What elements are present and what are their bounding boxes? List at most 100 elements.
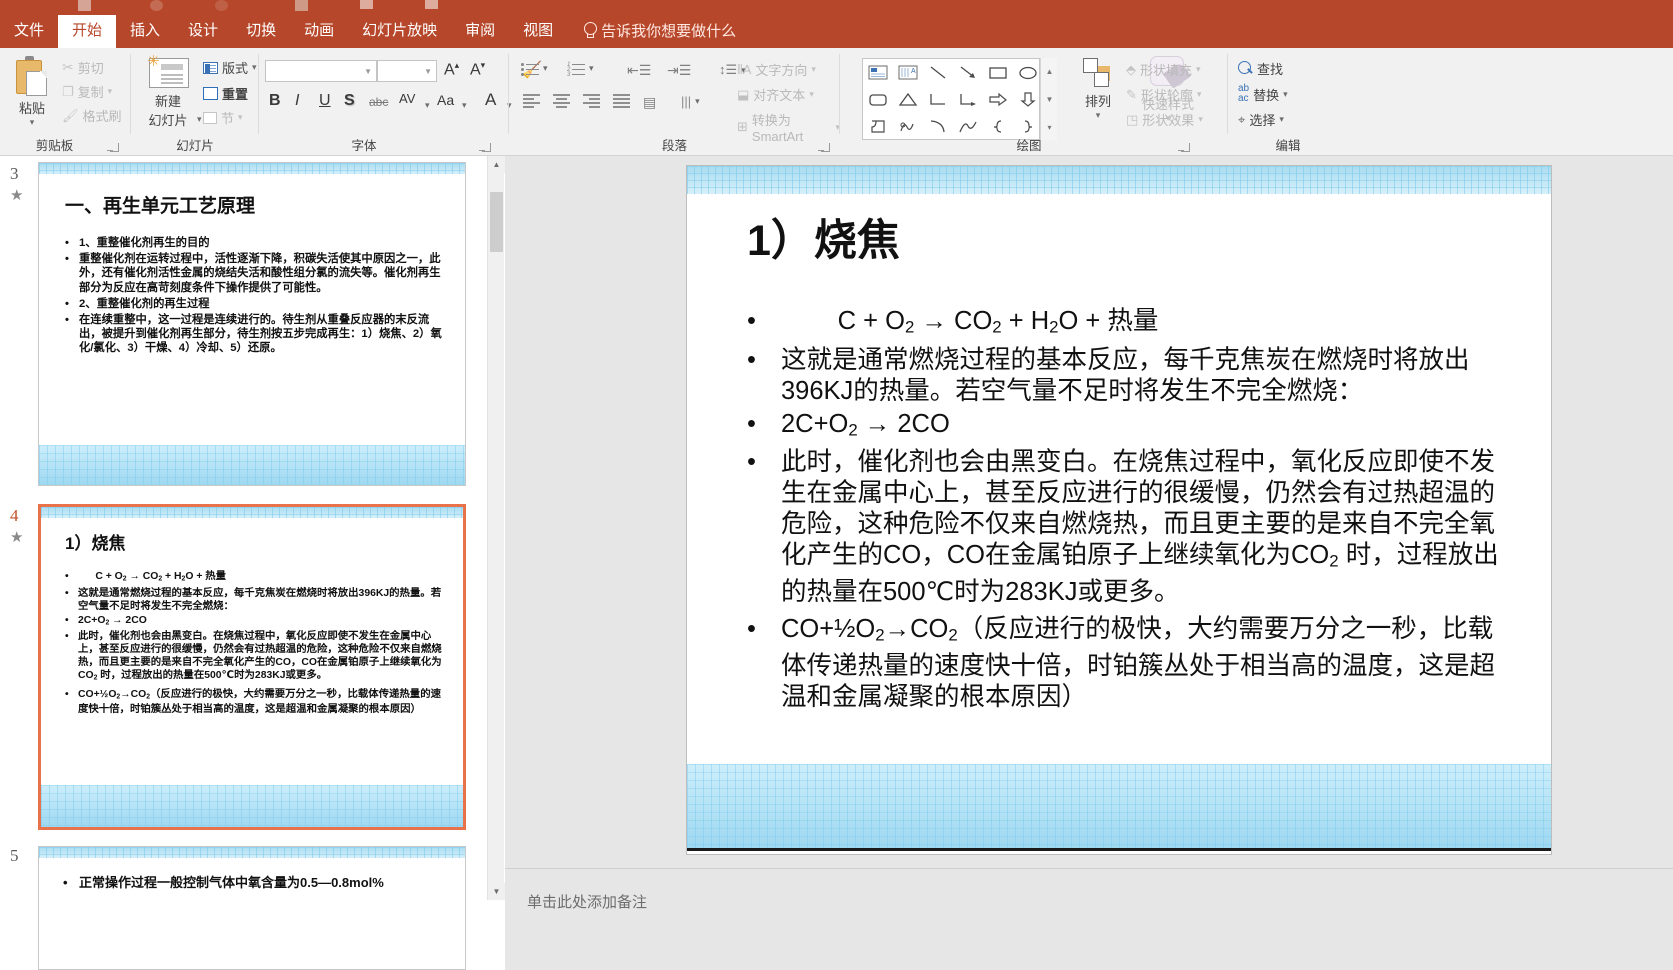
- copy-chevron-down-icon[interactable]: ▾: [108, 86, 113, 97]
- text-direction-button[interactable]: ⦀A 文字方向 ▾: [737, 60, 816, 79]
- layout-button[interactable]: 版式 ▾: [203, 58, 257, 77]
- qat-undo-icon[interactable]: [150, 0, 163, 11]
- strikethrough-button[interactable]: abc: [369, 95, 388, 109]
- shape-outline-button[interactable]: ✎ 形状轮廓 ▾: [1126, 85, 1201, 104]
- shapes-scroll-down-icon[interactable]: ▼: [1041, 86, 1058, 113]
- align-left-button[interactable]: [523, 94, 540, 108]
- align-text-button[interactable]: ⬓ 对齐文本 ▾: [737, 85, 814, 104]
- change-case-button[interactable]: Aa: [437, 92, 454, 108]
- font-size-combobox[interactable]: ▼: [377, 60, 437, 82]
- font-size-chevron-down-icon[interactable]: ▼: [424, 67, 432, 76]
- distribute-button[interactable]: ▤: [643, 94, 656, 111]
- grow-font-button[interactable]: A▴: [444, 60, 459, 79]
- font-name-chevron-down-icon[interactable]: ▼: [364, 67, 372, 76]
- shapes-gallery[interactable]: A: [862, 58, 1040, 140]
- shape-outline-chevron-down-icon[interactable]: ▾: [1197, 89, 1202, 100]
- qat-redo-icon[interactable]: [215, 0, 228, 11]
- thumbnail-image-selected[interactable]: 1）烧焦 • C + O2 → CO2 + H2O + 热量 • 这就是通常燃烧过…: [38, 504, 466, 830]
- shape-triangle-icon[interactable]: [893, 86, 923, 113]
- bullets-button[interactable]: ▾: [521, 62, 548, 76]
- shape-effects-button[interactable]: ◳ 形状效果 ▾: [1126, 110, 1203, 129]
- font-color-button[interactable]: A: [485, 90, 496, 110]
- increase-indent-button[interactable]: ⇥☰: [667, 62, 691, 79]
- scrollbar-thumb[interactable]: [490, 192, 503, 252]
- numbering-chevron-down-icon[interactable]: ▾: [589, 63, 594, 74]
- shapes-scroll-up-icon[interactable]: ▲: [1041, 58, 1058, 85]
- notes-pane[interactable]: 单击此处添加备注: [505, 868, 1673, 970]
- thumbnail-image[interactable]: • 正常操作过程一般控制气体中氧含量为0.5—0.8mol%: [38, 846, 466, 970]
- thumbnail-slide-4[interactable]: 4 ★ 1）烧焦 • C + O2 → CO2 + H2O + 热量 • 这就是通…: [0, 504, 484, 834]
- bullets-chevron-down-icon[interactable]: ▾: [543, 63, 548, 74]
- paste-chevron-down-icon[interactable]: ▾: [4, 117, 60, 128]
- shape-effects-chevron-down-icon[interactable]: ▾: [1198, 114, 1203, 125]
- notes-placeholder[interactable]: 单击此处添加备注: [527, 891, 647, 912]
- columns-chevron-down-icon[interactable]: ▾: [695, 96, 700, 107]
- reset-button[interactable]: 重置: [203, 84, 248, 103]
- bold-button[interactable]: B: [269, 92, 281, 110]
- current-slide[interactable]: 1）烧焦 • C + O2 → CO2 + H2O + 热量 • 这就是通常燃烧…: [686, 165, 1552, 855]
- clipboard-dialog-launcher[interactable]: [107, 143, 119, 152]
- tab-slideshow[interactable]: 幻灯片放映: [348, 15, 451, 48]
- select-chevron-down-icon[interactable]: ▾: [1279, 114, 1284, 125]
- tab-design[interactable]: 设计: [174, 15, 232, 48]
- qat-slideshow-icon[interactable]: [295, 0, 308, 11]
- replace-chevron-down-icon[interactable]: ▾: [1283, 89, 1288, 100]
- arrange-chevron-down-icon[interactable]: ▾: [1068, 110, 1128, 121]
- font-name-combobox[interactable]: ▼: [265, 60, 377, 82]
- shape-oval-icon[interactable]: [1013, 59, 1043, 86]
- shapes-gallery-scrollbar[interactable]: ▲ ▼ ▾: [1040, 58, 1057, 140]
- slide-title[interactable]: 1）烧焦: [747, 216, 1507, 266]
- format-painter-button[interactable]: 🖌 格式刷: [62, 106, 122, 125]
- paragraph-dialog-launcher[interactable]: [818, 143, 830, 152]
- section-button[interactable]: 节 ▾: [203, 108, 243, 127]
- shape-right-arrow-icon[interactable]: [983, 86, 1013, 113]
- scroll-down-icon[interactable]: ▼: [488, 883, 505, 900]
- shape-elbow-arrow-icon[interactable]: [953, 86, 983, 113]
- replace-button[interactable]: ab ac 替换 ▾: [1238, 84, 1288, 104]
- paste-button[interactable]: 粘贴 ▾: [4, 56, 60, 128]
- font-dialog-launcher[interactable]: [479, 143, 491, 152]
- shape-fill-button[interactable]: ⬘ 形状填充 ▾: [1126, 60, 1201, 79]
- tab-view[interactable]: 视图: [509, 15, 567, 48]
- new-slide-button[interactable]: ✳ 新建 幻灯片: [137, 54, 199, 129]
- change-case-chevron-down-icon[interactable]: ▾: [462, 100, 467, 111]
- thumbnail-image[interactable]: 一、再生单元工艺原理 • 1、重整催化剂再生的目的 • 重整催化剂在运转过程中，活性…: [38, 162, 466, 486]
- justify-button[interactable]: [613, 94, 630, 108]
- shape-fill-chevron-down-icon[interactable]: ▾: [1196, 64, 1201, 75]
- slide-body[interactable]: • C + O2 → CO2 + H2O + 热量 • 这就是通常燃烧过程的基本…: [747, 306, 1507, 713]
- tab-insert[interactable]: 插入: [116, 15, 174, 48]
- align-text-chevron-down-icon[interactable]: ▾: [809, 89, 814, 100]
- thumbnail-slide-5[interactable]: 5 • 正常操作过程一般控制气体中氧含量为0.5—0.8mol%: [0, 846, 484, 970]
- cut-button[interactable]: ✂ 剪切: [62, 58, 104, 77]
- tab-file[interactable]: 文件: [0, 15, 58, 48]
- find-button[interactable]: 查找: [1238, 59, 1283, 78]
- numbering-button[interactable]: 1 2 3 ▾: [567, 62, 594, 78]
- slide-thumbnail-pane[interactable]: 3 ★ 一、再生单元工艺原理 • 1、重整催化剂再生的目的 • 重整催化剂在运转过程…: [0, 156, 484, 970]
- shape-down-arrow-icon[interactable]: [1013, 86, 1043, 113]
- layout-chevron-down-icon[interactable]: ▾: [252, 62, 257, 73]
- character-spacing-chevron-down-icon[interactable]: ▾: [425, 100, 430, 111]
- qat-present-icon[interactable]: [425, 0, 438, 9]
- arrange-button[interactable]: 排列 ▾: [1068, 58, 1128, 121]
- thumbnail-slide-3[interactable]: 3 ★ 一、再生单元工艺原理 • 1、重整催化剂再生的目的 • 重整催化剂在运转过程…: [0, 162, 484, 490]
- tab-review[interactable]: 审阅: [451, 15, 509, 48]
- text-direction-chevron-down-icon[interactable]: ▾: [811, 64, 816, 75]
- shape-textbox-icon[interactable]: [863, 59, 893, 86]
- scroll-up-icon[interactable]: ▲: [488, 156, 505, 173]
- qat-newslide-icon[interactable]: [360, 0, 373, 9]
- shape-rounded-rectangle-icon[interactable]: [863, 86, 893, 113]
- italic-button[interactable]: I: [295, 92, 299, 110]
- shape-line-icon[interactable]: [923, 59, 953, 86]
- tab-animations[interactable]: 动画: [290, 15, 348, 48]
- tab-home[interactable]: 开始: [58, 15, 117, 48]
- text-shadow-button[interactable]: S: [344, 92, 355, 110]
- character-spacing-button[interactable]: AV: [399, 91, 415, 106]
- tell-me-box[interactable]: 告诉我你想要做什么: [567, 14, 746, 48]
- decrease-indent-button[interactable]: ⇤☰: [627, 62, 651, 79]
- shape-rectangle-icon[interactable]: [983, 59, 1013, 86]
- thumbnail-scrollbar[interactable]: ▲ ▼: [487, 156, 505, 900]
- shape-arrow-icon[interactable]: [953, 59, 983, 86]
- section-chevron-down-icon[interactable]: ▾: [238, 112, 243, 123]
- copy-button[interactable]: ❐ 复制 ▾: [62, 82, 112, 101]
- shape-elbow-connector-icon[interactable]: [923, 86, 953, 113]
